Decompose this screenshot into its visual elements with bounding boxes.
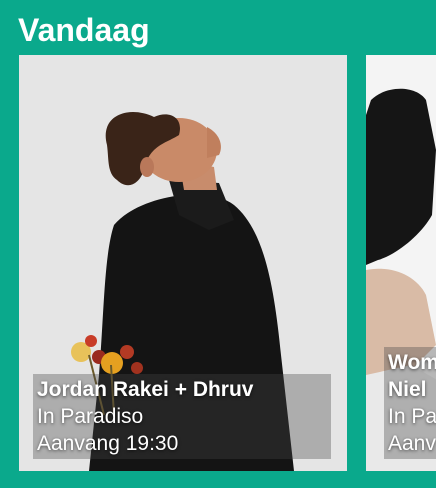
event-caption: Wom Niel In Pa Aanv [384, 347, 436, 459]
event-venue: In Pa [388, 405, 436, 428]
event-title: Jordan Rakei + Dhruv [37, 378, 254, 401]
event-start-time: Aanv [388, 432, 436, 455]
event-start-time: Aanvang 19:30 [37, 432, 179, 455]
section-title: Vandaag [18, 12, 150, 48]
event-title-line1: Wom [388, 351, 436, 374]
event-caption: Jordan Rakei + Dhruv In Paradiso Aanvang… [33, 374, 331, 459]
event-card[interactable]: Jordan Rakei + Dhruv In Paradiso Aanvang… [19, 55, 347, 471]
event-title-line2: Niel [388, 378, 427, 401]
event-card[interactable]: Wom Niel In Pa Aanv [366, 55, 436, 471]
event-venue: In Paradiso [37, 405, 144, 428]
